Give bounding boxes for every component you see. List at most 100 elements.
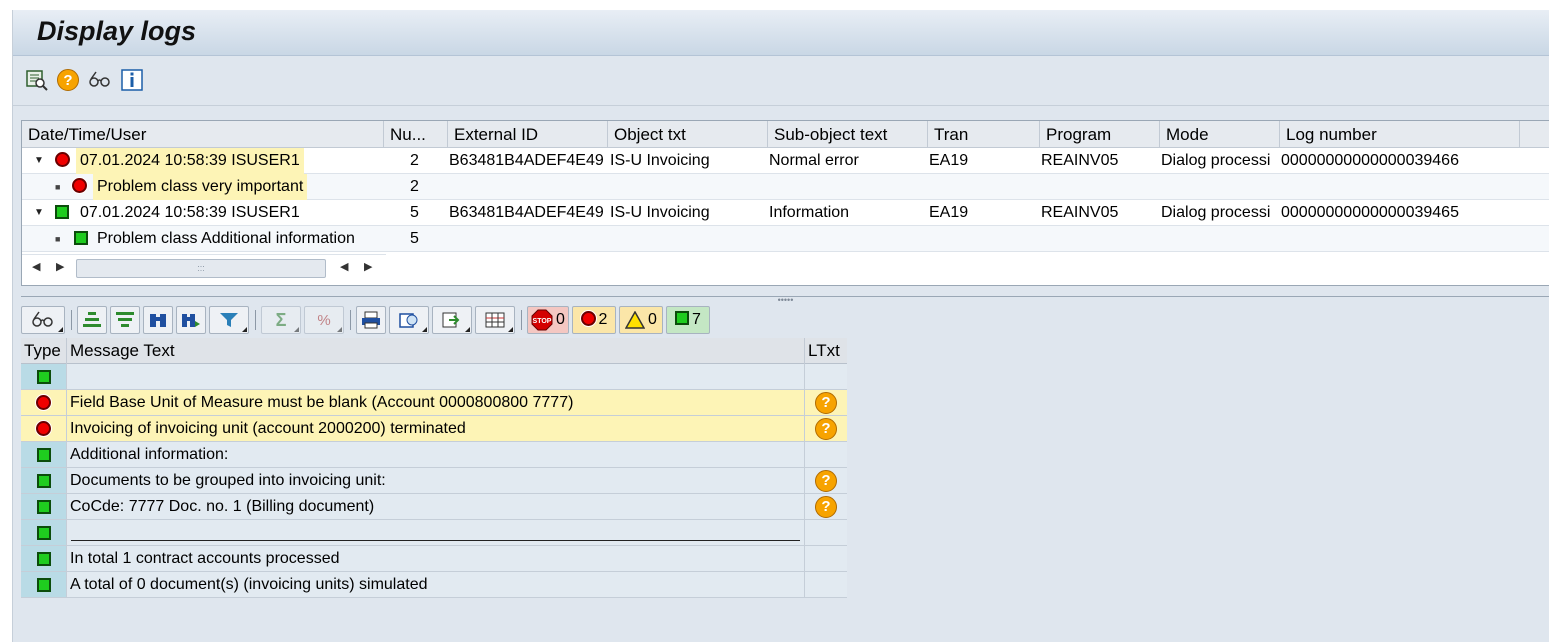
message-text: In total 1 contract accounts processed [67,546,805,571]
column-header[interactable]: Program [1040,121,1160,148]
layout-button[interactable] [475,306,515,334]
filter-button[interactable] [209,306,249,334]
success-icon [55,205,69,224]
log-external-id: B63481B4ADEF4E49 [449,152,604,169]
column-header[interactable]: Tran [928,121,1040,148]
stop-count: 0 [556,311,565,328]
column-header[interactable]: Type [21,338,67,364]
scroll-right-icon[interactable]: ▶ [364,260,372,273]
log-row[interactable]: ▼ 07.01.2024 10:58:39 ISUSER1 5 B63481B4… [22,200,1549,226]
message-row[interactable]: In total 1 contract accounts processed [21,546,847,572]
help-icon[interactable]: ? [815,417,837,440]
technical-info-button[interactable] [21,306,65,334]
log-program: REAINV05 [1041,152,1119,169]
stop-icon: STOP [531,309,553,331]
scroll-left-icon[interactable]: ◀ [340,260,348,273]
message-row[interactable]: CoCde: 7777 Doc. no. 1 (Billing document… [21,494,847,520]
column-header[interactable]: Log number [1280,121,1520,148]
message-row[interactable]: A total of 0 document(s) (invoicing unit… [21,572,847,598]
window: Display logs ? Date/Time/User Nu... Exte… [12,10,1549,642]
message-row[interactable]: Documents to be grouped into invoicing u… [21,468,847,494]
message-text [67,520,805,545]
long-text-cell[interactable]: ? [805,468,847,493]
long-text-cell[interactable]: ? [805,390,847,415]
column-header[interactable]: Nu... [384,121,448,148]
message-row[interactable] [21,520,847,546]
message-row[interactable]: Field Base Unit of Measure must be blank… [21,390,847,416]
problem-class-count: 5 [410,230,419,247]
horizontal-scrollbar[interactable]: ◀ ▶ ::: ◀ ▶ [22,254,386,280]
glasses-icon[interactable] [88,68,112,92]
message-row[interactable] [21,364,847,390]
message-text: A total of 0 document(s) (invoicing unit… [67,572,805,597]
print-button[interactable] [356,306,386,334]
message-text: Field Base Unit of Measure must be blank… [67,390,805,415]
error-count: 2 [598,311,608,328]
sort-descending-button[interactable] [110,306,140,334]
export-button[interactable] [432,306,472,334]
error-icon [580,310,596,330]
error-messages-button[interactable]: 2 [572,306,616,334]
log-message-count: 5 [410,204,419,221]
column-header[interactable]: External ID [448,121,608,148]
success-icon [21,364,67,389]
long-text-cell[interactable]: ? [805,494,847,519]
detail-list-icon[interactable] [25,68,49,92]
scroll-right-icon[interactable]: ▶ [56,260,64,273]
message-row[interactable]: Invoicing of invoicing unit (account 200… [21,416,847,442]
log-subobject-text: Normal error [769,152,859,169]
success-messages-button[interactable]: 7 [666,306,710,334]
column-header[interactable]: Message Text [67,338,805,364]
find-next-button[interactable] [176,306,206,334]
log-program: REAINV05 [1041,204,1119,221]
warning-icon [625,311,646,329]
success-icon [21,546,67,571]
log-tree-header: Date/Time/User Nu... External ID Object … [22,121,1549,148]
column-header[interactable]: LTxt [805,338,847,364]
column-header[interactable]: Mode [1160,121,1280,148]
help-icon[interactable]: ? [815,391,837,414]
views-button[interactable] [389,306,429,334]
log-subrow[interactable]: ■ Problem class Additional information 5 [22,226,1549,252]
application-toolbar: ? [13,56,1549,106]
svg-text:STOP: STOP [533,318,552,325]
log-tree: Date/Time/User Nu... External ID Object … [21,120,1549,286]
log-row[interactable]: ▼ 07.01.2024 10:58:39 ISUSER1 2 B63481B4… [22,148,1549,174]
long-text-cell [805,546,847,571]
find-button[interactable] [143,306,173,334]
title-bar: Display logs [13,10,1549,56]
help-icon[interactable]: ? [815,469,837,492]
collapse-icon[interactable]: ▼ [34,200,44,226]
message-text: CoCde: 7777 Doc. no. 1 (Billing document… [67,494,805,519]
problem-class-label: Problem class Additional information [97,230,355,247]
sort-ascending-button[interactable] [77,306,107,334]
log-message-count: 2 [410,152,419,169]
long-text-cell[interactable]: ? [805,416,847,441]
log-object-text: IS-U Invoicing [610,152,710,169]
info-icon[interactable] [120,68,144,92]
scroll-left-icon[interactable]: ◀ [32,260,40,273]
subtotal-button[interactable]: % [304,306,344,334]
message-row[interactable]: Additional information: [21,442,847,468]
help-icon[interactable]: ? [56,68,80,92]
stop-messages-button[interactable]: STOP 0 [527,306,569,334]
log-datetime-user: 07.01.2024 10:58:39 ISUSER1 [80,204,300,221]
log-subrow[interactable]: ■ Problem class very important 2 [22,174,1549,200]
column-header[interactable]: Sub-object text [768,121,928,148]
log-mode: Dialog processi [1161,152,1271,169]
collapse-icon[interactable]: ▼ [34,148,44,174]
total-button[interactable]: Σ [261,306,301,334]
log-datetime-user: 07.01.2024 10:58:39 ISUSER1 [76,148,304,174]
long-text-cell [805,364,847,389]
long-text-cell [805,572,847,597]
scroll-thumb[interactable]: ::: [76,259,326,278]
separator-line [71,540,800,541]
message-text [67,364,805,389]
pane-splitter[interactable]: ••••• [21,296,1549,305]
help-icon[interactable]: ? [815,495,837,518]
column-header[interactable]: Date/Time/User [22,121,384,148]
column-header[interactable]: Object txt [608,121,768,148]
success-icon [21,442,67,467]
warning-messages-button[interactable]: 0 [619,306,663,334]
log-mode: Dialog processi [1161,204,1271,221]
